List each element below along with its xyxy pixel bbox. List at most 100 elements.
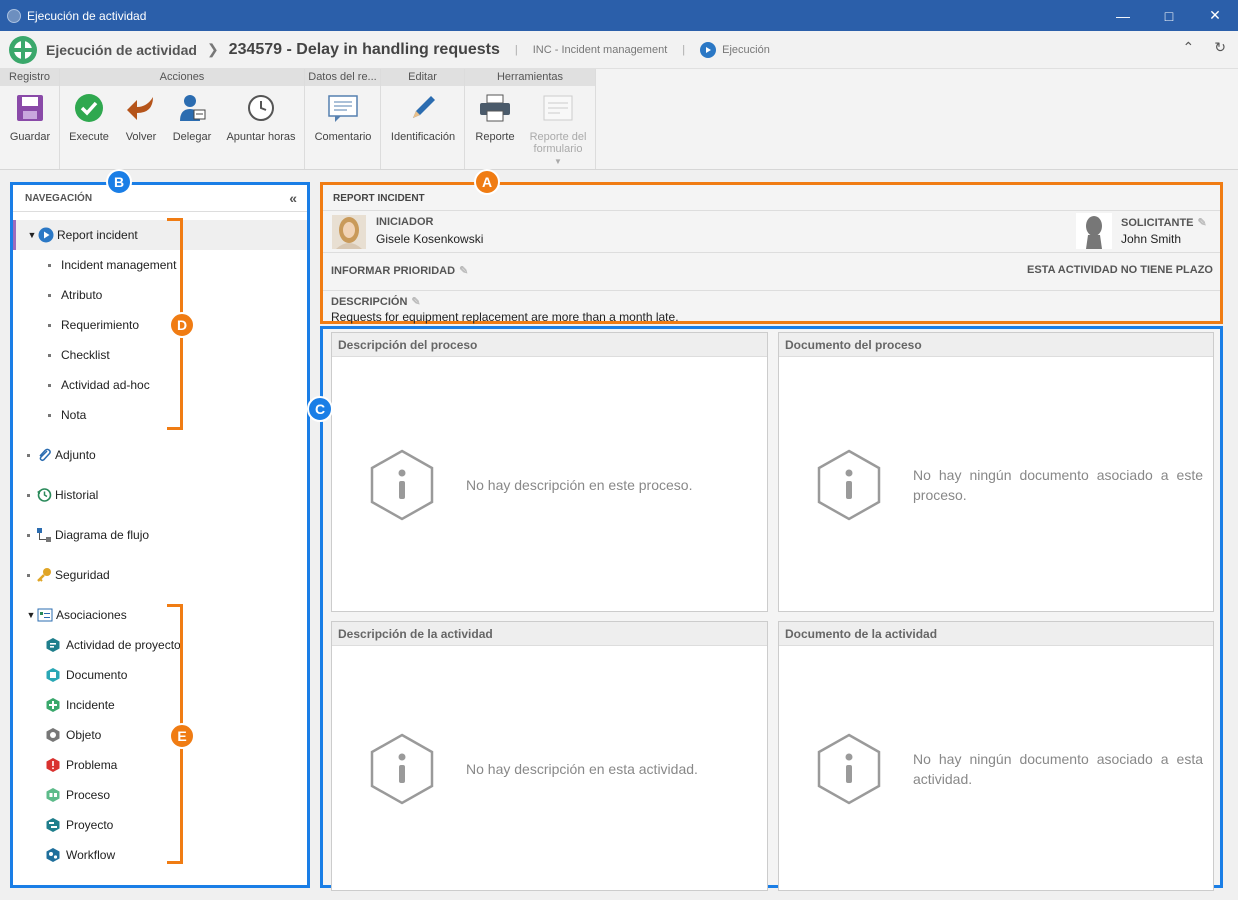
nav-item-label: Proyecto <box>66 818 114 832</box>
empty-message: No hay descripción en este proceso. <box>466 476 693 493</box>
info-hexagon-icon <box>817 733 881 804</box>
window-titlebar: Ejecución de actividad — □ ✕ <box>0 0 1238 31</box>
save-icon <box>17 95 43 121</box>
card-title: Descripción del proceso <box>332 333 767 357</box>
nav-item-workflow[interactable]: Workflow <box>13 840 307 870</box>
collapse-double-chevron-icon[interactable]: « <box>289 190 297 206</box>
nav-item-label: Actividad de proyecto <box>66 638 181 652</box>
nav-item-label: Atributo <box>61 288 103 302</box>
maximize-button[interactable]: □ <box>1146 0 1192 31</box>
nav-item-label: Actividad ad-hoc <box>61 378 150 392</box>
nav-item-incident-management[interactable]: Incident management <box>13 250 307 280</box>
nav-item-label: Diagrama de flujo <box>55 528 150 542</box>
problem-icon <box>45 757 61 773</box>
description-label: DESCRIPCIÓN <box>331 296 408 308</box>
minimize-button[interactable]: — <box>1100 0 1146 31</box>
check-icon <box>75 94 103 122</box>
process-name: INC - Incident management <box>532 43 668 56</box>
nav-item-nota[interactable]: Nota <box>13 400 307 430</box>
breadcrumb-root[interactable]: Ejecución de actividad <box>46 42 197 58</box>
form-report-label-line1: Reporte del <box>529 131 587 143</box>
identification-button[interactable]: Identificación <box>387 91 459 143</box>
paperclip-icon <box>36 447 52 463</box>
workflow-icon <box>45 847 61 863</box>
report-label: Reporte <box>475 131 515 143</box>
ribbon-group-datos: Datos del re... Comentario <box>305 69 381 169</box>
comment-button[interactable]: Comentario <box>311 91 375 143</box>
page-header: Ejecución de actividad ❯ 234579 - Delay … <box>0 31 1238 69</box>
collapse-up-icon[interactable]: ⌃ <box>1183 39 1195 56</box>
nav-item-asociaciones[interactable]: ▼ Asociaciones <box>13 600 307 630</box>
pencil-icon <box>413 96 435 118</box>
group-title: Acciones <box>60 69 304 86</box>
card-title: Descripción de la actividad <box>332 622 767 646</box>
nav-item-checklist[interactable]: Checklist <box>13 340 307 370</box>
nav-item-label: Incidente <box>66 698 115 712</box>
object-icon <box>45 727 61 743</box>
associations-icon <box>37 607 53 623</box>
project-activity-icon <box>45 637 61 653</box>
navigation-panel: NAVEGACIÓN « ▼ Report incident Incident … <box>10 182 310 888</box>
log-hours-button[interactable]: Apuntar horas <box>222 91 300 143</box>
delegate-user-icon <box>180 95 206 121</box>
expand-caret-icon[interactable]: ▼ <box>26 230 38 240</box>
refresh-icon[interactable]: ↻ <box>1214 39 1226 56</box>
printer-icon <box>480 94 510 122</box>
initiator-label: INICIADOR <box>376 216 434 228</box>
edit-pencil-icon[interactable]: ✎ <box>459 265 468 277</box>
header-divider: | <box>682 43 686 56</box>
project-icon <box>45 817 61 833</box>
nav-item-label: Objeto <box>66 728 102 742</box>
nav-item-proyecto[interactable]: Proyecto <box>13 810 307 840</box>
edit-pencil-icon[interactable]: ✎ <box>1198 217 1207 229</box>
priority-label: INFORMAR PRIORIDAD <box>331 265 456 277</box>
bullet-icon <box>48 383 51 387</box>
activity-title: REPORT INCIDENT <box>333 193 425 204</box>
nav-item-atributo[interactable]: Atributo <box>13 280 307 310</box>
expand-caret-icon[interactable]: ▼ <box>25 610 37 620</box>
nav-item-diagrama-de-flujo[interactable]: Diagrama de flujo <box>13 520 307 550</box>
card-title: Documento del proceso <box>779 333 1213 357</box>
process-icon <box>45 787 61 803</box>
nav-item-requerimiento[interactable]: Requerimiento <box>13 310 307 340</box>
execute-button[interactable]: Execute <box>64 91 114 143</box>
priority-field[interactable]: INFORMAR PRIORIDAD ✎ <box>331 264 468 277</box>
nav-item-label: Problema <box>66 758 118 772</box>
close-button[interactable]: ✕ <box>1192 0 1238 31</box>
empty-message: No hay ningún documento asociado a esta … <box>913 750 1203 787</box>
group-title: Registro <box>0 69 59 86</box>
identification-label: Identificación <box>390 131 456 143</box>
nav-item-adjunto[interactable]: Adjunto <box>13 440 307 470</box>
description-row: DESCRIPCIÓN ✎ Requests for equipment repl… <box>323 290 1220 324</box>
back-button[interactable]: Volver <box>118 91 164 143</box>
nav-item-proceso[interactable]: Proceso <box>13 780 307 810</box>
nav-item-objeto[interactable]: Objeto <box>13 720 307 750</box>
form-report-button[interactable]: Reporte del formulario ▼ <box>525 91 591 168</box>
info-hexagon-icon <box>370 733 434 804</box>
report-button[interactable]: Reporte <box>471 91 519 143</box>
nav-item-documento[interactable]: Documento <box>13 660 307 690</box>
callout-c: C <box>307 396 333 422</box>
save-button[interactable]: Guardar <box>6 91 54 143</box>
save-label: Guardar <box>9 131 51 143</box>
nav-item-report-incident[interactable]: ▼ Report incident <box>13 220 307 250</box>
ribbon-toolbar: Registro Guardar Acciones Execute Volver… <box>0 69 1238 170</box>
priority-row: INFORMAR PRIORIDAD ✎ ESTA ACTIVIDAD NO TI… <box>323 252 1220 290</box>
header-actions: ⌃ ↻ <box>1183 39 1226 56</box>
nav-item-historial[interactable]: Historial <box>13 480 307 510</box>
nav-item-seguridad[interactable]: Seguridad <box>13 560 307 590</box>
nav-item-incidente[interactable]: Incidente <box>13 690 307 720</box>
delegate-label: Delegar <box>172 131 212 143</box>
card-title: Documento de la actividad <box>779 622 1213 646</box>
navigation-header: NAVEGACIÓN « <box>13 185 307 212</box>
requester-label: SOLICITANTE <box>1121 217 1194 229</box>
nav-item-problema[interactable]: Problema <box>13 750 307 780</box>
nav-item-actividad-de-proyecto[interactable]: Actividad de proyecto <box>13 630 307 660</box>
nav-item-actividad-ad-hoc[interactable]: Actividad ad-hoc <box>13 370 307 400</box>
nav-item-label: Documento <box>66 668 128 682</box>
group-title: Herramientas <box>465 69 595 86</box>
delegate-button[interactable]: Delegar <box>168 91 216 143</box>
edit-pencil-icon[interactable]: ✎ <box>411 296 420 308</box>
navigation-title: NAVEGACIÓN <box>25 192 93 204</box>
description-field[interactable]: DESCRIPCIÓN ✎ <box>331 295 421 308</box>
